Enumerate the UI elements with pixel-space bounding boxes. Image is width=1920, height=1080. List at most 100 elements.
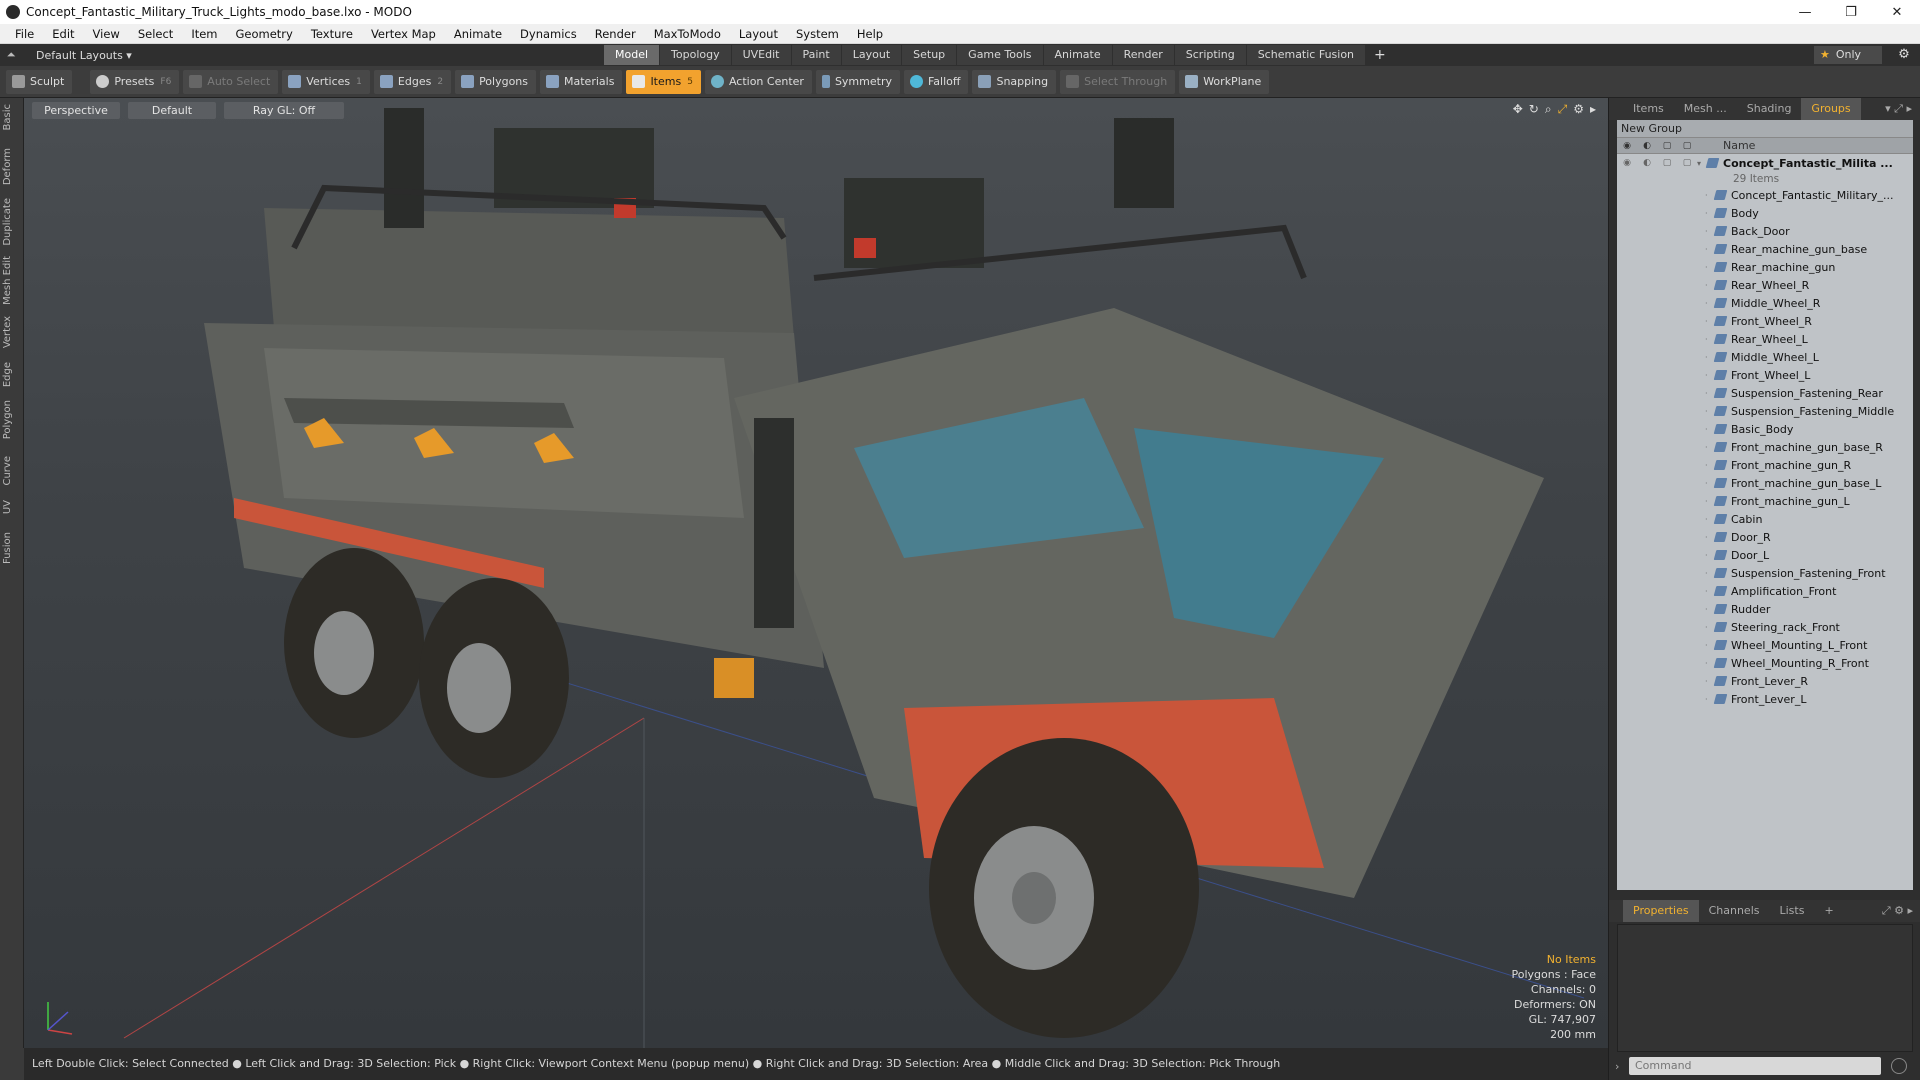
vertices-button[interactable]: Vertices 1 <box>282 69 370 94</box>
menu-file[interactable]: File <box>6 27 43 41</box>
maximize-button[interactable]: ❐ <box>1828 0 1874 24</box>
tab-game-tools[interactable]: Game Tools <box>957 45 1043 65</box>
close-button[interactable]: ✕ <box>1874 0 1920 24</box>
group-root-row[interactable]: ◉ ◐ ▢ ▢ ▾ Concept_Fantastic_Milita ... <box>1617 154 1913 172</box>
menu-select[interactable]: Select <box>129 27 182 41</box>
tab-model[interactable]: Model <box>604 45 660 65</box>
sculpt-button[interactable]: Sculpt <box>6 69 73 94</box>
group-item-row[interactable]: · Steering_rack_Front <box>1617 618 1913 636</box>
tool-tab-curve[interactable]: Curve <box>2 456 22 486</box>
action-center-button[interactable]: Action Center <box>704 69 812 94</box>
group-item-row[interactable]: · Rear_Wheel_R <box>1617 276 1913 294</box>
materials-button[interactable]: Materials <box>540 69 623 94</box>
tab-lists[interactable]: Lists <box>1770 900 1815 922</box>
group-item-row[interactable]: · Front_machine_gun_base_R <box>1617 438 1913 456</box>
tab-shading[interactable]: Shading <box>1737 98 1802 120</box>
view-mode-button[interactable]: Perspective <box>32 102 120 119</box>
group-item-row[interactable]: · Middle_Wheel_R <box>1617 294 1913 312</box>
group-item-row[interactable]: · Middle_Wheel_L <box>1617 348 1913 366</box>
layout-home-icon[interactable]: ⏶ <box>0 48 22 62</box>
command-run-icon[interactable] <box>1891 1058 1907 1074</box>
panel-menu-icon[interactable]: ▾ ⤢ ▸ <box>1885 102 1920 116</box>
tab-scripting[interactable]: Scripting <box>1174 45 1246 65</box>
edges-button[interactable]: Edges 2 <box>373 69 452 94</box>
tool-tab-basic[interactable]: Basic <box>2 104 22 130</box>
polygons-button[interactable]: Polygons <box>455 69 537 94</box>
tab-setup[interactable]: Setup <box>902 45 957 65</box>
command-input[interactable]: Command <box>1629 1057 1881 1075</box>
lower-panel-menu-icon[interactable]: ⤢ ⚙ ▸ <box>1882 904 1920 918</box>
tab-animate[interactable]: Animate <box>1043 45 1112 65</box>
tab-render[interactable]: Render <box>1112 45 1174 65</box>
group-item-row[interactable]: · Front_Lever_R <box>1617 672 1913 690</box>
minimize-button[interactable]: — <box>1782 0 1828 24</box>
group-item-row[interactable]: · Suspension_Fastening_Middle <box>1617 402 1913 420</box>
workplane-button[interactable]: WorkPlane <box>1179 69 1270 94</box>
tab-layout[interactable]: Layout <box>841 45 902 65</box>
gear-icon[interactable]: ⚙ <box>1892 44 1916 66</box>
group-item-row[interactable]: · Cabin <box>1617 510 1913 528</box>
zoom-icon[interactable]: ⌕ <box>1545 102 1552 117</box>
pan-icon[interactable]: ✥ <box>1513 102 1523 117</box>
group-item-row[interactable]: · Concept_Fantastic_Military_... <box>1617 186 1913 204</box>
group-item-row[interactable]: · Rudder <box>1617 600 1913 618</box>
tool-tab-uv[interactable]: UV <box>2 500 22 514</box>
menu-texture[interactable]: Texture <box>302 27 362 41</box>
group-item-row[interactable]: · Door_R <box>1617 528 1913 546</box>
select-column-icon[interactable]: ▢ <box>1677 141 1697 151</box>
eye-icon[interactable]: ◉ <box>1617 158 1637 168</box>
tool-tab-duplicate[interactable]: Duplicate <box>2 198 22 246</box>
tab-mesh[interactable]: Mesh ... <box>1674 98 1737 120</box>
items-button[interactable]: Items 5 <box>626 69 701 94</box>
shading-mode-button[interactable]: Default <box>128 102 216 119</box>
menu-animate[interactable]: Animate <box>445 27 511 41</box>
tab-channels[interactable]: Channels <box>1699 900 1770 922</box>
menu-system[interactable]: System <box>787 27 848 41</box>
viewport-menu-icon[interactable]: ▸ <box>1590 102 1596 117</box>
tab-schematic-fusion[interactable]: Schematic Fusion <box>1246 45 1366 65</box>
group-item-row[interactable]: · Rear_Wheel_L <box>1617 330 1913 348</box>
3d-viewport[interactable]: Perspective Default Ray GL: Off ✥ ↻ ⌕ ⤢ … <box>24 98 1608 1048</box>
fit-icon[interactable]: ⤢ <box>1558 102 1568 117</box>
tab-paint[interactable]: Paint <box>791 45 841 65</box>
new-group-button[interactable]: New Group <box>1617 120 1913 138</box>
menu-render[interactable]: Render <box>586 27 645 41</box>
auto-select-button[interactable]: Auto Select <box>183 69 279 94</box>
tab-topology[interactable]: Topology <box>660 45 731 65</box>
visibility-column-icon[interactable]: ◉ <box>1617 141 1637 151</box>
tool-tab-edge[interactable]: Edge <box>2 362 22 387</box>
lock-icon[interactable]: ▢ <box>1657 158 1677 168</box>
group-item-row[interactable]: · Suspension_Fastening_Rear <box>1617 384 1913 402</box>
command-history-icon[interactable]: › <box>1615 1060 1629 1073</box>
tab-items[interactable]: Items <box>1623 98 1674 120</box>
menu-edit[interactable]: Edit <box>43 27 83 41</box>
group-item-row[interactable]: · Front_Lever_L <box>1617 690 1913 708</box>
tool-tab-vertex[interactable]: Vertex <box>2 316 22 348</box>
group-item-row[interactable]: · Basic_Body <box>1617 420 1913 438</box>
presets-button[interactable]: Presets F6 <box>90 69 180 94</box>
checkbox-icon[interactable]: ▢ <box>1677 158 1697 168</box>
group-item-row[interactable]: · Wheel_Mounting_R_Front <box>1617 654 1913 672</box>
menu-vertex-map[interactable]: Vertex Map <box>362 27 445 41</box>
menu-geometry[interactable]: Geometry <box>227 27 302 41</box>
menu-view[interactable]: View <box>84 27 129 41</box>
group-item-row[interactable]: · Rear_machine_gun <box>1617 258 1913 276</box>
menu-help[interactable]: Help <box>848 27 892 41</box>
add-tab-icon[interactable]: + <box>1374 45 1386 65</box>
menu-layout[interactable]: Layout <box>730 27 787 41</box>
add-lower-tab-icon[interactable]: + <box>1814 900 1843 922</box>
group-item-row[interactable]: · Rear_machine_gun_base <box>1617 240 1913 258</box>
menu-maxtomodo[interactable]: MaxToModo <box>645 27 730 41</box>
tool-tab-mesh-edit[interactable]: Mesh Edit <box>2 256 22 305</box>
group-item-row[interactable]: · Wheel_Mounting_L_Front <box>1617 636 1913 654</box>
tool-tab-deform[interactable]: Deform <box>2 148 22 185</box>
viewport-gear-icon[interactable]: ⚙ <box>1573 102 1584 117</box>
tab-properties[interactable]: Properties <box>1623 900 1699 922</box>
lock-column-icon[interactable]: ▢ <box>1657 141 1677 151</box>
tab-groups[interactable]: Groups <box>1801 98 1861 120</box>
group-item-row[interactable]: · Front_Wheel_L <box>1617 366 1913 384</box>
menu-item[interactable]: Item <box>182 27 226 41</box>
falloff-button[interactable]: Falloff <box>903 69 969 94</box>
rotate-icon[interactable]: ↻ <box>1529 102 1539 117</box>
group-item-row[interactable]: · Front_Wheel_R <box>1617 312 1913 330</box>
